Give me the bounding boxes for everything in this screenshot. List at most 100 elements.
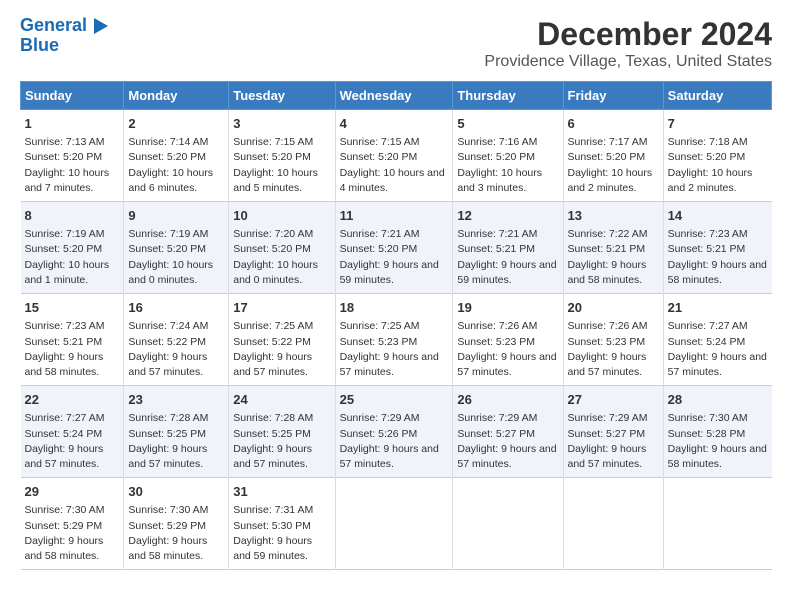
cell-content: Sunrise: 7:26 AMSunset: 5:23 PMDaylight:… (568, 319, 659, 380)
cell-content: Sunrise: 7:30 AMSunset: 5:29 PMDaylight:… (25, 503, 120, 564)
calendar-table: SundayMondayTuesdayWednesdayThursdayFrid… (20, 81, 772, 570)
cell-content: Sunrise: 7:19 AMSunset: 5:20 PMDaylight:… (25, 227, 120, 288)
cell-content: Sunrise: 7:29 AMSunset: 5:26 PMDaylight:… (340, 411, 449, 472)
calendar-cell: 7 Sunrise: 7:18 AMSunset: 5:20 PMDayligh… (663, 110, 771, 202)
header-thursday: Thursday (453, 82, 563, 110)
calendar-cell: 16 Sunrise: 7:24 AMSunset: 5:22 PMDaylig… (124, 294, 229, 386)
day-number: 28 (668, 391, 768, 409)
day-number: 10 (233, 207, 330, 225)
cell-content: Sunrise: 7:30 AMSunset: 5:29 PMDaylight:… (128, 503, 224, 564)
calendar-cell: 29 Sunrise: 7:30 AMSunset: 5:29 PMDaylig… (21, 478, 124, 570)
day-number: 26 (457, 391, 558, 409)
calendar-cell: 17 Sunrise: 7:25 AMSunset: 5:22 PMDaylig… (229, 294, 335, 386)
calendar-week-5: 29 Sunrise: 7:30 AMSunset: 5:29 PMDaylig… (21, 478, 772, 570)
day-number: 2 (128, 115, 224, 133)
day-number: 22 (25, 391, 120, 409)
header-sunday: Sunday (21, 82, 124, 110)
calendar-cell: 13 Sunrise: 7:22 AMSunset: 5:21 PMDaylig… (563, 202, 663, 294)
calendar-cell: 27 Sunrise: 7:29 AMSunset: 5:27 PMDaylig… (563, 386, 663, 478)
cell-content: Sunrise: 7:23 AMSunset: 5:21 PMDaylight:… (25, 319, 120, 380)
cell-content: Sunrise: 7:21 AMSunset: 5:20 PMDaylight:… (340, 227, 449, 288)
cell-content: Sunrise: 7:24 AMSunset: 5:22 PMDaylight:… (128, 319, 224, 380)
header-wednesday: Wednesday (335, 82, 453, 110)
day-number: 30 (128, 483, 224, 501)
calendar-cell: 21 Sunrise: 7:27 AMSunset: 5:24 PMDaylig… (663, 294, 771, 386)
day-number: 27 (568, 391, 659, 409)
header-friday: Friday (563, 82, 663, 110)
calendar-cell: 8 Sunrise: 7:19 AMSunset: 5:20 PMDayligh… (21, 202, 124, 294)
day-number: 13 (568, 207, 659, 225)
cell-content: Sunrise: 7:21 AMSunset: 5:21 PMDaylight:… (457, 227, 558, 288)
calendar-cell: 11 Sunrise: 7:21 AMSunset: 5:20 PMDaylig… (335, 202, 453, 294)
cell-content: Sunrise: 7:25 AMSunset: 5:22 PMDaylight:… (233, 319, 330, 380)
calendar-week-1: 1 Sunrise: 7:13 AMSunset: 5:20 PMDayligh… (21, 110, 772, 202)
day-number: 16 (128, 299, 224, 317)
cell-content: Sunrise: 7:27 AMSunset: 5:24 PMDaylight:… (668, 319, 768, 380)
calendar-cell: 25 Sunrise: 7:29 AMSunset: 5:26 PMDaylig… (335, 386, 453, 478)
day-number: 29 (25, 483, 120, 501)
calendar-cell (453, 478, 563, 570)
calendar-week-3: 15 Sunrise: 7:23 AMSunset: 5:21 PMDaylig… (21, 294, 772, 386)
day-number: 19 (457, 299, 558, 317)
calendar-cell: 23 Sunrise: 7:28 AMSunset: 5:25 PMDaylig… (124, 386, 229, 478)
calendar-cell: 1 Sunrise: 7:13 AMSunset: 5:20 PMDayligh… (21, 110, 124, 202)
day-number: 6 (568, 115, 659, 133)
page-header: General Blue December 2024 Providence Vi… (20, 16, 772, 71)
header-tuesday: Tuesday (229, 82, 335, 110)
calendar-cell: 26 Sunrise: 7:29 AMSunset: 5:27 PMDaylig… (453, 386, 563, 478)
calendar-cell: 6 Sunrise: 7:17 AMSunset: 5:20 PMDayligh… (563, 110, 663, 202)
cell-content: Sunrise: 7:15 AMSunset: 5:20 PMDaylight:… (233, 135, 330, 196)
logo-text: General (20, 16, 108, 36)
day-number: 9 (128, 207, 224, 225)
cell-content: Sunrise: 7:20 AMSunset: 5:20 PMDaylight:… (233, 227, 330, 288)
cell-content: Sunrise: 7:16 AMSunset: 5:20 PMDaylight:… (457, 135, 558, 196)
calendar-cell: 9 Sunrise: 7:19 AMSunset: 5:20 PMDayligh… (124, 202, 229, 294)
cell-content: Sunrise: 7:23 AMSunset: 5:21 PMDaylight:… (668, 227, 768, 288)
cell-content: Sunrise: 7:18 AMSunset: 5:20 PMDaylight:… (668, 135, 768, 196)
cell-content: Sunrise: 7:15 AMSunset: 5:20 PMDaylight:… (340, 135, 449, 196)
calendar-cell: 3 Sunrise: 7:15 AMSunset: 5:20 PMDayligh… (229, 110, 335, 202)
cell-content: Sunrise: 7:14 AMSunset: 5:20 PMDaylight:… (128, 135, 224, 196)
calendar-cell: 12 Sunrise: 7:21 AMSunset: 5:21 PMDaylig… (453, 202, 563, 294)
cell-content: Sunrise: 7:29 AMSunset: 5:27 PMDaylight:… (568, 411, 659, 472)
cell-content: Sunrise: 7:28 AMSunset: 5:25 PMDaylight:… (233, 411, 330, 472)
day-number: 3 (233, 115, 330, 133)
cell-content: Sunrise: 7:25 AMSunset: 5:23 PMDaylight:… (340, 319, 449, 380)
calendar-week-2: 8 Sunrise: 7:19 AMSunset: 5:20 PMDayligh… (21, 202, 772, 294)
day-number: 31 (233, 483, 330, 501)
cell-content: Sunrise: 7:19 AMSunset: 5:20 PMDaylight:… (128, 227, 224, 288)
logo: General Blue (20, 16, 108, 56)
cell-content: Sunrise: 7:13 AMSunset: 5:20 PMDaylight:… (25, 135, 120, 196)
day-number: 14 (668, 207, 768, 225)
calendar-header-row: SundayMondayTuesdayWednesdayThursdayFrid… (21, 82, 772, 110)
calendar-cell: 20 Sunrise: 7:26 AMSunset: 5:23 PMDaylig… (563, 294, 663, 386)
cell-content: Sunrise: 7:22 AMSunset: 5:21 PMDaylight:… (568, 227, 659, 288)
day-number: 11 (340, 207, 449, 225)
calendar-cell: 18 Sunrise: 7:25 AMSunset: 5:23 PMDaylig… (335, 294, 453, 386)
day-number: 17 (233, 299, 330, 317)
calendar-cell: 14 Sunrise: 7:23 AMSunset: 5:21 PMDaylig… (663, 202, 771, 294)
day-number: 15 (25, 299, 120, 317)
day-number: 12 (457, 207, 558, 225)
header-saturday: Saturday (663, 82, 771, 110)
day-number: 5 (457, 115, 558, 133)
calendar-cell: 15 Sunrise: 7:23 AMSunset: 5:21 PMDaylig… (21, 294, 124, 386)
calendar-week-4: 22 Sunrise: 7:27 AMSunset: 5:24 PMDaylig… (21, 386, 772, 478)
calendar-cell: 30 Sunrise: 7:30 AMSunset: 5:29 PMDaylig… (124, 478, 229, 570)
cell-content: Sunrise: 7:17 AMSunset: 5:20 PMDaylight:… (568, 135, 659, 196)
calendar-cell: 28 Sunrise: 7:30 AMSunset: 5:28 PMDaylig… (663, 386, 771, 478)
day-number: 1 (25, 115, 120, 133)
day-number: 8 (25, 207, 120, 225)
calendar-cell: 10 Sunrise: 7:20 AMSunset: 5:20 PMDaylig… (229, 202, 335, 294)
day-number: 7 (668, 115, 768, 133)
cell-content: Sunrise: 7:28 AMSunset: 5:25 PMDaylight:… (128, 411, 224, 472)
day-number: 4 (340, 115, 449, 133)
logo-arrow-icon (94, 18, 108, 34)
day-number: 23 (128, 391, 224, 409)
calendar-cell: 2 Sunrise: 7:14 AMSunset: 5:20 PMDayligh… (124, 110, 229, 202)
cell-content: Sunrise: 7:26 AMSunset: 5:23 PMDaylight:… (457, 319, 558, 380)
calendar-cell: 5 Sunrise: 7:16 AMSunset: 5:20 PMDayligh… (453, 110, 563, 202)
calendar-cell: 31 Sunrise: 7:31 AMSunset: 5:30 PMDaylig… (229, 478, 335, 570)
logo-blue-text: Blue (20, 36, 59, 56)
day-number: 18 (340, 299, 449, 317)
